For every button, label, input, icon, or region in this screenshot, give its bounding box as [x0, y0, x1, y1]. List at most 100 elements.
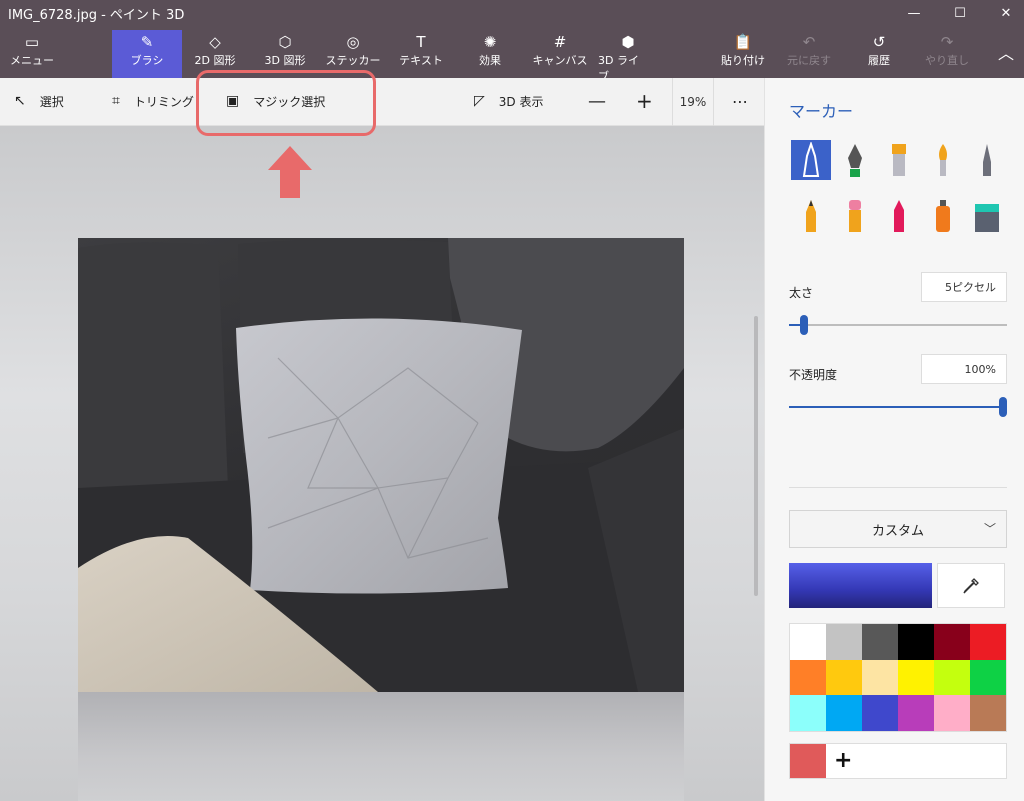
tab-brushes[interactable]: ✎ ブラシ [112, 30, 182, 78]
pencil-icon [806, 200, 816, 232]
ribbon: ▭ メニュー ✎ ブラシ ◇ 2D 図形 ⬡ 3D 図形 ◎ ステッカー T テ… [0, 26, 1024, 83]
palette-swatch[interactable] [862, 659, 898, 696]
palette-swatch[interactable] [826, 624, 862, 660]
palette-swatch[interactable] [826, 659, 862, 696]
fill-bucket-icon [975, 204, 999, 232]
brush-marker[interactable] [791, 140, 831, 180]
brush-fill[interactable] [967, 196, 1007, 236]
palette-swatch[interactable] [790, 695, 826, 731]
view-3d-button[interactable]: ◸ 3D 表示 [474, 90, 543, 112]
title-bar: IMG_6728.jpg - ペイント 3D — ☐ ✕ [0, 0, 1024, 26]
palette-swatch[interactable] [790, 624, 826, 660]
add-color-icon[interactable]: + [834, 748, 852, 773]
palette-swatch[interactable] [934, 695, 970, 731]
tab-label: キャンバス [532, 54, 588, 67]
eraser-icon [849, 200, 861, 232]
palette-swatch[interactable] [934, 659, 970, 696]
tab-label: メニュー [10, 54, 54, 67]
text-icon: T [416, 33, 426, 51]
history-icon: ↺ [872, 33, 886, 51]
crayon-icon [894, 200, 904, 232]
action-label: やり直し [925, 54, 969, 67]
brush-pixel[interactable] [967, 140, 1007, 180]
close-icon[interactable]: ✕ [984, 0, 1024, 26]
opacity-label: 不透明度 [789, 368, 838, 382]
palette-swatch[interactable] [898, 695, 934, 731]
crop-icon: ⌗ [112, 93, 120, 109]
thickness-slider[interactable] [789, 315, 1007, 335]
zoom-in-button[interactable]: + [636, 89, 653, 113]
color-mode-dropdown[interactable]: カスタム ﹀ [789, 510, 1007, 548]
crop-button[interactable]: ⌗ トリミング [112, 90, 194, 112]
minimize-icon[interactable]: — [892, 0, 936, 26]
action-label: 貼り付け [721, 54, 765, 67]
tab-text[interactable]: T テキスト [396, 30, 446, 74]
palette-swatch[interactable] [862, 695, 898, 731]
more-icon: ⋯ [732, 91, 748, 111]
brush-panel: マーカー 太さ 5ピクセル 不透明度 100% カスタム ﹀ + [764, 78, 1024, 801]
zoom-out-button[interactable]: — [588, 90, 606, 112]
brush-oil[interactable] [879, 140, 919, 180]
canvas-image[interactable] [78, 238, 684, 692]
eyedropper-icon [963, 577, 979, 593]
redo-button[interactable]: ↷ やり直し [922, 30, 972, 74]
toolbar: ↖ 選択 ⌗ トリミング ▣ マジック選択 ◸ 3D 表示 — + 19% ⋯ [0, 78, 764, 126]
maximize-icon[interactable]: ☐ [938, 0, 982, 26]
brush-calligraphy[interactable] [835, 140, 875, 180]
palette-swatch[interactable] [970, 624, 1006, 660]
undo-button[interactable]: ↶ 元に戻す [784, 30, 834, 74]
tab-canvas[interactable]: # キャンバス [530, 30, 590, 74]
vertical-scrollbar[interactable] [754, 316, 758, 596]
tab-stickers[interactable]: ◎ ステッカー [322, 30, 384, 74]
select-cursor-icon: ↖ [14, 93, 26, 109]
brush-spray[interactable] [923, 196, 963, 236]
calligraphy-pen-icon [848, 144, 862, 177]
canvas-reflection [78, 692, 684, 801]
palette-swatch[interactable] [862, 624, 898, 660]
eyedropper-button[interactable] [937, 563, 1005, 608]
palette-swatch[interactable] [970, 695, 1006, 731]
tab-3d-shapes[interactable]: ⬡ 3D 図形 [258, 30, 312, 74]
more-options-button[interactable]: ⋯ [732, 90, 748, 112]
tab-menu[interactable]: ▭ メニュー [8, 30, 56, 74]
custom-color-swatch[interactable] [790, 744, 826, 778]
up-arrow-icon [268, 146, 312, 198]
history-button[interactable]: ↺ 履歴 [854, 30, 904, 74]
thickness-slider-thumb[interactable] [800, 315, 808, 335]
palette-swatch[interactable] [970, 659, 1006, 696]
custom-color-row: + [789, 743, 1007, 779]
view-3d-label: 3D 表示 [498, 94, 544, 109]
window-title: IMG_6728.jpg - ペイント 3D [8, 8, 185, 23]
tab-label: テキスト [399, 54, 443, 67]
opacity-slider-fill [789, 406, 1003, 408]
highlight-box [196, 70, 376, 136]
palette-swatch[interactable] [898, 624, 934, 660]
brush-watercolor[interactable] [923, 140, 963, 180]
opacity-slider-thumb[interactable] [999, 397, 1007, 417]
brush-eraser[interactable] [835, 196, 875, 236]
palette-swatch[interactable] [898, 659, 934, 696]
current-color-swatch[interactable] [789, 563, 932, 608]
select-button[interactable]: ↖ 選択 [14, 90, 64, 112]
redo-icon: ↷ [940, 33, 954, 51]
spray-can-icon [936, 200, 950, 232]
palette-swatch[interactable] [790, 659, 826, 696]
folder-icon: ▭ [24, 33, 40, 51]
tab-effects[interactable]: ✺ 効果 [468, 30, 512, 74]
paste-button[interactable]: 📋 貼り付け [718, 30, 768, 74]
zoom-level[interactable]: 19% [672, 78, 714, 126]
tab-label: 効果 [479, 54, 501, 67]
opacity-input[interactable]: 100% [921, 354, 1007, 384]
tab-2d-shapes[interactable]: ◇ 2D 図形 [188, 30, 242, 74]
color-mode-label: カスタム [871, 523, 924, 539]
brush-pencil[interactable] [791, 196, 831, 236]
tab-label: ブラシ [130, 54, 164, 67]
tab-3d-library[interactable]: ⬢ 3D ライブ... [598, 30, 658, 83]
canvas-area[interactable] [0, 126, 764, 801]
palette-swatch[interactable] [934, 624, 970, 660]
opacity-slider[interactable] [789, 397, 1007, 417]
brush-crayon[interactable] [879, 196, 919, 236]
action-label: 元に戻す [787, 54, 831, 67]
palette-swatch[interactable] [826, 695, 862, 731]
thickness-input[interactable]: 5ピクセル [921, 272, 1007, 302]
